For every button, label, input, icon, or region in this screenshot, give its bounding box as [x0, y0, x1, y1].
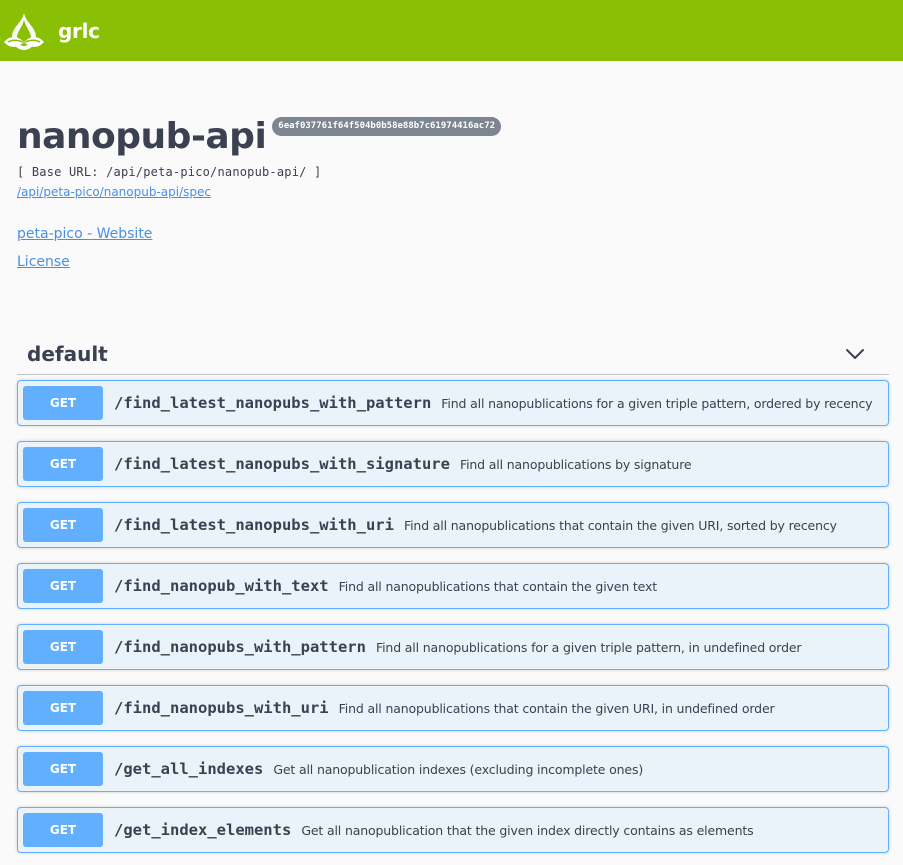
spec-link[interactable]: /api/peta-pico/nanopub-api/spec	[17, 185, 211, 199]
method-badge[interactable]: GET	[23, 630, 103, 664]
method-badge[interactable]: GET	[23, 691, 103, 725]
operation-path[interactable]: /get_index_elements	[114, 821, 291, 839]
tag-header[interactable]: default	[17, 333, 889, 375]
tag-name: default	[27, 341, 108, 366]
method-badge[interactable]: GET	[23, 569, 103, 603]
operations-list: GET /find_latest_nanopubs_with_pattern F…	[17, 380, 889, 853]
operation-row[interactable]: GET /find_latest_nanopubs_with_uri Find …	[17, 502, 889, 548]
operation-path[interactable]: /find_nanopubs_with_uri	[114, 699, 329, 717]
grlc-leaf-icon[interactable]	[2, 9, 46, 53]
operation-row[interactable]: GET /find_latest_nanopubs_with_pattern F…	[17, 380, 889, 426]
website-link[interactable]: peta-pico - Website	[17, 225, 903, 243]
operation-path[interactable]: /find_nanopub_with_text	[114, 577, 329, 595]
method-badge[interactable]: GET	[23, 813, 103, 847]
operation-path[interactable]: /find_latest_nanopubs_with_uri	[114, 516, 394, 534]
operation-summary: Get all nanopublication that the given i…	[301, 822, 754, 838]
version-badge: 6eaf037761f64f504b0b58e88b7c61974416ac72	[272, 117, 502, 136]
method-badge[interactable]: GET	[23, 386, 103, 420]
operation-summary: Find all nanopublications for a given tr…	[441, 395, 873, 411]
license-link[interactable]: License	[17, 253, 903, 271]
operation-row[interactable]: GET /get_index_elements Get all nanopubl…	[17, 807, 889, 853]
operation-row[interactable]: GET /get_all_indexes Get all nanopublica…	[17, 746, 889, 792]
operation-row[interactable]: GET /find_nanopubs_with_uri Find all nan…	[17, 685, 889, 731]
operation-summary: Find all nanopublications that contain t…	[338, 578, 658, 594]
title-row: nanopub-api 6eaf037761f64f504b0b58e88b7c…	[17, 115, 903, 159]
operation-summary: Find all nanopublications for a given tr…	[375, 639, 802, 655]
api-title: nanopub-api	[17, 116, 267, 157]
operation-summary: Find all nanopublications that contain t…	[338, 700, 775, 716]
method-badge[interactable]: GET	[23, 447, 103, 481]
operation-summary: Find all nanopublications that contain t…	[403, 517, 837, 533]
operation-row[interactable]: GET /find_nanopub_with_text Find all nan…	[17, 563, 889, 609]
operation-summary: Find all nanopublications by signature	[459, 456, 692, 472]
api-info: nanopub-api 6eaf037761f64f504b0b58e88b7c…	[0, 61, 903, 271]
operation-path[interactable]: /find_latest_nanopubs_with_pattern	[114, 394, 431, 412]
operation-row[interactable]: GET /find_latest_nanopubs_with_signature…	[17, 441, 889, 487]
method-badge[interactable]: GET	[23, 508, 103, 542]
operation-summary: Get all nanopublication indexes (excludi…	[273, 761, 644, 777]
operation-path[interactable]: /get_all_indexes	[114, 760, 263, 778]
operation-row[interactable]: GET /find_nanopubs_with_pattern Find all…	[17, 624, 889, 670]
operation-path[interactable]: /find_nanopubs_with_pattern	[114, 638, 366, 656]
info-links: peta-pico - Website License	[17, 225, 903, 271]
topbar: grlc	[0, 0, 903, 61]
app-name[interactable]: grlc	[58, 19, 100, 43]
chevron-down-icon[interactable]	[845, 344, 865, 364]
base-url: [ Base URL: /api/peta-pico/nanopub-api/ …	[17, 165, 322, 179]
method-badge[interactable]: GET	[23, 752, 103, 786]
operation-path[interactable]: /find_latest_nanopubs_with_signature	[114, 455, 450, 473]
tag-section-default: default GET /find_latest_nanopubs_with_p…	[17, 333, 889, 853]
